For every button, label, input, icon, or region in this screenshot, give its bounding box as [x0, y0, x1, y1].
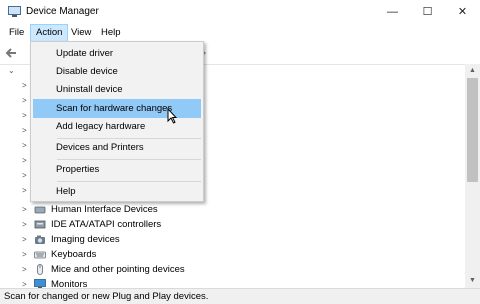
menu-action[interactable]: Action — [30, 24, 69, 42]
title-bar: Device Manager — ☐ ✕ — [0, 0, 480, 24]
device-manager-app-icon — [8, 6, 21, 17]
tree-row-mice[interactable]: > Mice and other pointing devices — [0, 262, 466, 277]
tree-row-human-interface-devices[interactable]: > Human Interface Devices — [0, 202, 466, 217]
menu-item-label: Scan for hardware changes — [56, 103, 173, 114]
tree-row-label: Imaging devices — [51, 234, 120, 245]
menu-help[interactable]: Help — [96, 24, 126, 42]
expand-icon[interactable]: > — [22, 171, 27, 180]
scroll-thumb[interactable] — [467, 78, 478, 182]
camera-icon — [35, 235, 45, 244]
expand-icon[interactable]: > — [22, 156, 27, 165]
menu-file[interactable]: File — [4, 24, 29, 42]
status-text: Scan for changed or new Plug and Play de… — [4, 291, 209, 302]
expand-icon[interactable]: > — [22, 141, 27, 150]
expand-icon[interactable]: > — [22, 186, 27, 195]
keyboard-icon — [34, 251, 46, 259]
menu-item-label: Disable device — [56, 66, 118, 77]
menu-bar: File Action View Help — [0, 24, 480, 42]
scroll-up-icon[interactable]: ▲ — [465, 64, 480, 78]
tree-row-label: Human Interface Devices — [51, 204, 158, 215]
tree-row-label: Keyboards — [51, 249, 97, 260]
menu-item-devices-and-printers[interactable]: Devices and Printers — [33, 138, 201, 157]
menu-view[interactable]: View — [66, 24, 96, 42]
vertical-scrollbar[interactable]: ▲ ▼ — [465, 64, 480, 288]
menu-item-label: Add legacy hardware — [56, 121, 146, 132]
expand-icon[interactable]: > — [22, 81, 27, 90]
menu-item-properties[interactable]: Properties — [33, 160, 201, 179]
maximize-button[interactable]: ☐ — [410, 0, 445, 24]
expand-root-icon[interactable]: ⌄ — [8, 66, 15, 75]
tree-row-keyboards[interactable]: > Keyboards — [0, 247, 466, 262]
mouse-icon — [37, 264, 43, 275]
menu-item-disable-device[interactable]: Disable device — [33, 62, 201, 81]
tree-row-imaging-devices[interactable]: > Imaging devices — [0, 232, 466, 247]
tree-row-ide-controllers[interactable]: > IDE ATA/ATAPI controllers — [0, 217, 466, 232]
menu-item-help[interactable]: Help — [33, 182, 201, 201]
expand-icon[interactable]: > — [22, 247, 27, 262]
expand-icon[interactable]: > — [22, 217, 27, 232]
menu-item-label: Help — [56, 186, 76, 197]
ide-controller-icon — [34, 220, 46, 229]
action-menu: Update driver Disable device Uninstall d… — [30, 41, 204, 202]
scroll-down-icon[interactable]: ▼ — [465, 274, 480, 288]
expand-icon[interactable]: > — [22, 202, 27, 217]
tree-row-label: Mice and other pointing devices — [51, 264, 185, 275]
back-arrow-icon[interactable] — [5, 47, 17, 59]
menu-item-update-driver[interactable]: Update driver — [33, 44, 201, 63]
hid-icon — [34, 206, 46, 214]
expand-icon[interactable]: > — [22, 126, 27, 135]
menu-item-uninstall-device[interactable]: Uninstall device — [33, 80, 201, 99]
menu-item-label: Devices and Printers — [56, 142, 144, 153]
menu-item-label: Uninstall device — [56, 84, 123, 95]
menu-item-label: Properties — [56, 164, 100, 175]
tree-row-label: IDE ATA/ATAPI controllers — [51, 219, 162, 230]
close-button[interactable]: ✕ — [445, 0, 480, 24]
minimize-button[interactable]: — — [375, 0, 410, 24]
menu-item-label: Update driver — [56, 48, 114, 59]
status-bar: Scan for changed or new Plug and Play de… — [0, 288, 480, 304]
expand-icon[interactable]: > — [22, 232, 27, 247]
mouse-cursor-icon — [167, 108, 177, 124]
expand-icon[interactable]: > — [22, 111, 27, 120]
expand-icon[interactable]: > — [22, 96, 27, 105]
window-title: Device Manager — [26, 6, 99, 17]
expand-icon[interactable]: > — [22, 262, 27, 277]
